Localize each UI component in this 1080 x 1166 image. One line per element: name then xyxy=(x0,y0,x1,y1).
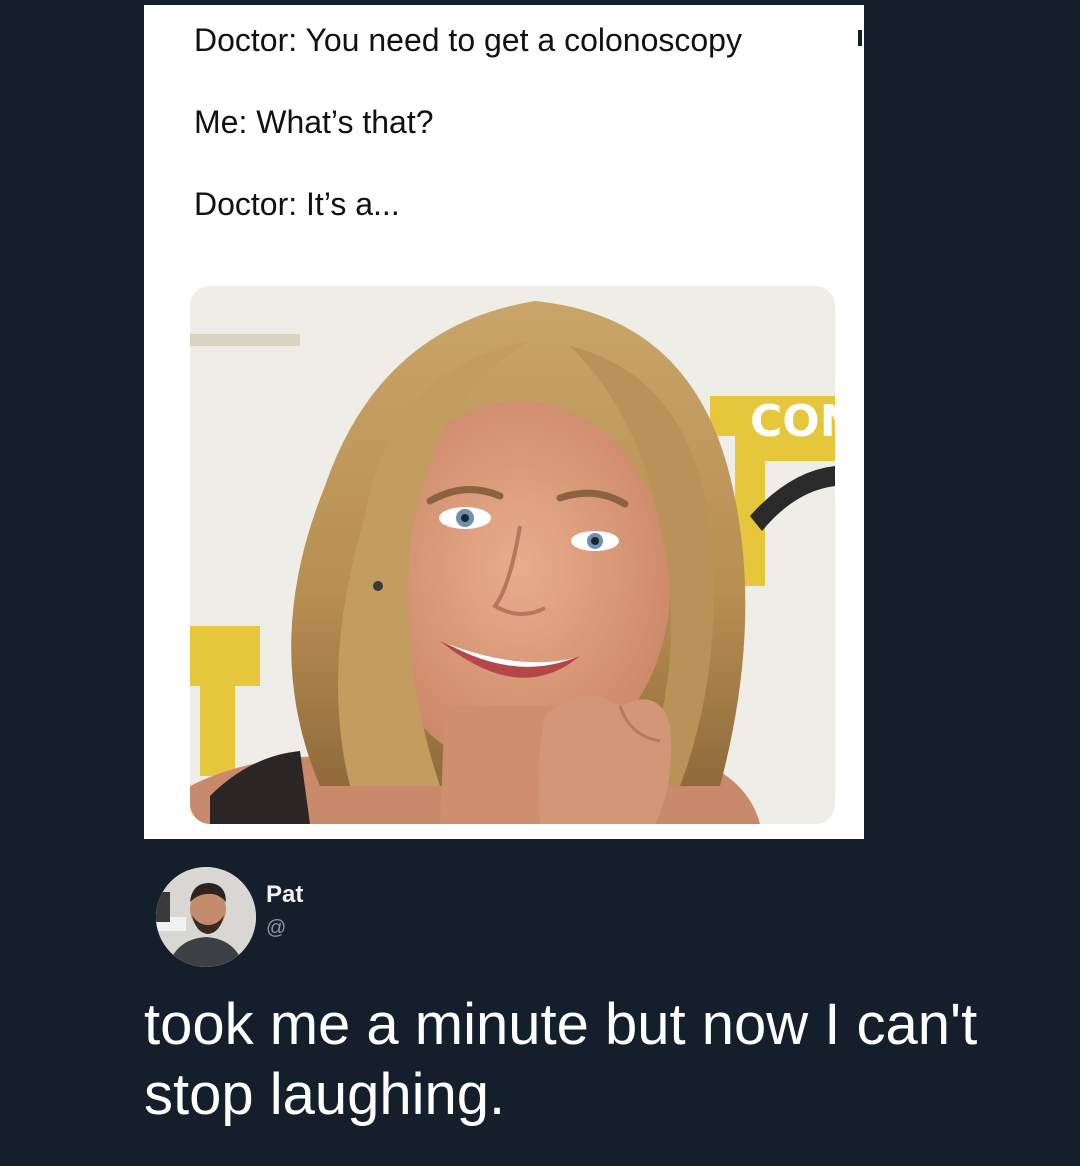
quoted-image-card[interactable]: Doctor: You need to get a colonoscopy Me… xyxy=(144,5,864,839)
smiling-woman-photo[interactable]: CON xyxy=(190,286,835,824)
author-handle[interactable]: @ xyxy=(266,917,286,940)
dialog-line-doctor-2: Doctor: It’s a... xyxy=(194,186,400,222)
dialog-line-doctor-1: Doctor: You need to get a colonoscopy xyxy=(194,22,742,58)
author-name[interactable]: Pat xyxy=(266,881,303,909)
tweet-text: took me a minute but now I can't stop la… xyxy=(144,992,978,1127)
svg-text:CON: CON xyxy=(750,396,835,447)
dialog-line-me: Me: What’s that? xyxy=(194,104,434,140)
card-edge-artifact xyxy=(858,30,862,46)
avatar[interactable] xyxy=(156,867,256,967)
photo-illustration: CON xyxy=(190,286,835,824)
avatar-photo-icon xyxy=(156,867,256,967)
